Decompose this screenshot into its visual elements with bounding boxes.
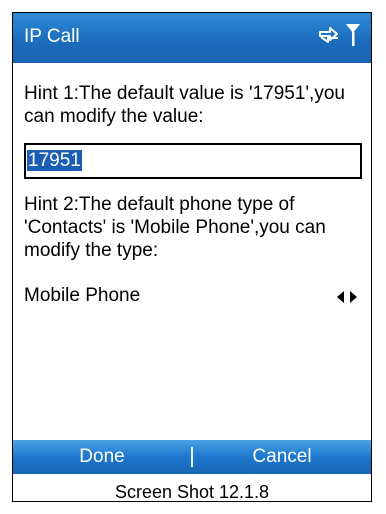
- ip-prefix-selected-text: 17951: [27, 150, 82, 171]
- data-connection-icon: [317, 24, 341, 46]
- settings-content: Hint 1:The default value is '17951',you …: [24, 82, 362, 310]
- cancel-button[interactable]: Cancel: [193, 440, 371, 474]
- arrow-left-icon[interactable]: [337, 291, 344, 303]
- hint-1-text: Hint 1:The default value is '17951',you …: [24, 83, 345, 127]
- arrow-right-icon[interactable]: [350, 291, 357, 303]
- phone-type-value: Mobile Phone: [24, 285, 141, 306]
- ip-prefix-input[interactable]: 17951: [24, 143, 362, 179]
- picker-arrows[interactable]: [337, 291, 357, 303]
- screenshot-caption: Screen Shot 12.1.8: [114, 482, 270, 502]
- title-bar: IP Call: [13, 13, 371, 63]
- status-icons: [317, 22, 361, 48]
- hint-2-text: Hint 2:The default phone type of 'Contac…: [24, 194, 326, 261]
- signal-strength-icon: [345, 22, 361, 48]
- phone-type-picker[interactable]: Mobile Phone: [24, 280, 360, 310]
- phone-screen: IP Call Hint 1:The default value is '179…: [12, 12, 372, 502]
- softkey-bar: Done Cancel: [13, 440, 371, 474]
- softkey-divider: [191, 447, 193, 467]
- window-title: IP Call: [24, 26, 80, 47]
- done-button[interactable]: Done: [13, 440, 191, 474]
